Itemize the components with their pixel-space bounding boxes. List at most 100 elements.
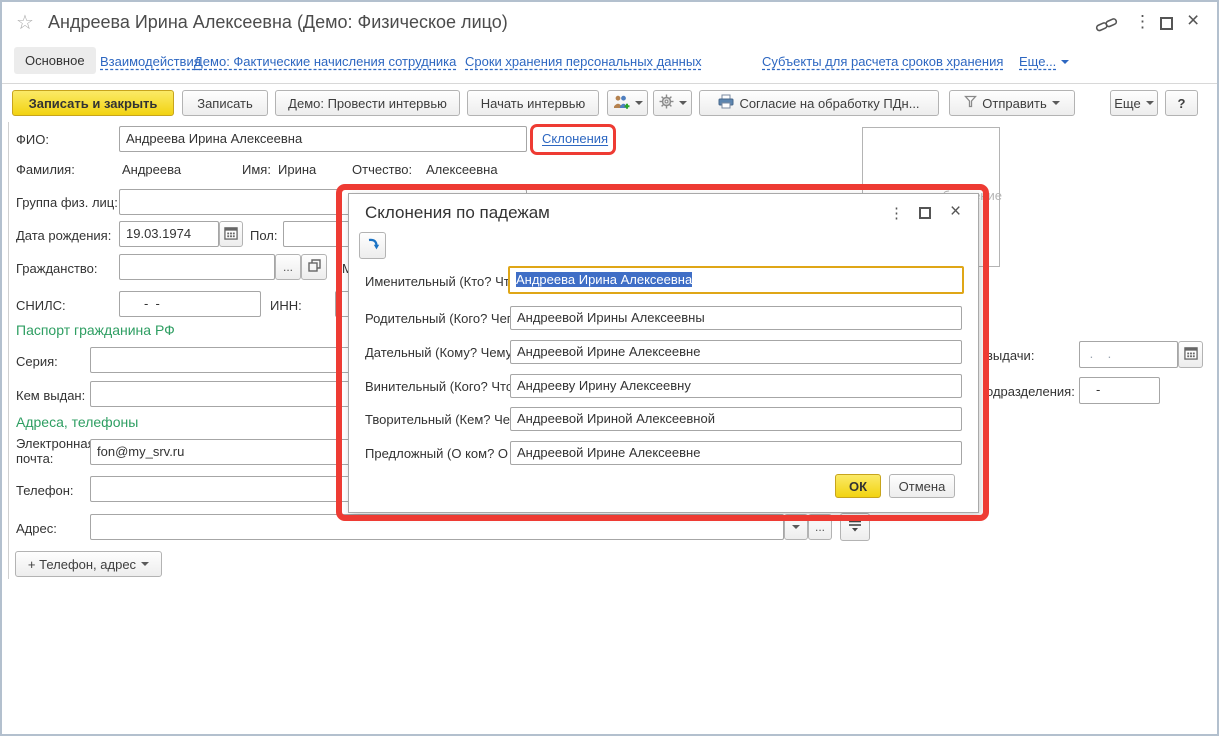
- declensions-link[interactable]: Склонения: [542, 131, 608, 146]
- tab-more[interactable]: Еще...: [1019, 54, 1069, 69]
- demo-interview-button[interactable]: Демо: Провести интервью: [275, 90, 460, 116]
- save-button[interactable]: Записать: [182, 90, 268, 116]
- gender-label: Пол:: [250, 228, 278, 243]
- prepositional-input[interactable]: Андреевой Ирине Алексеевне: [510, 441, 962, 465]
- citizenship-choose-button[interactable]: ...: [275, 254, 301, 280]
- add-phone-address-button[interactable]: + Телефон, адрес: [15, 551, 162, 577]
- ok-button[interactable]: ОК: [835, 474, 881, 498]
- dative-label: Дательный (Кому? Чему?):: [365, 345, 527, 360]
- gear-icon: [659, 94, 674, 112]
- dialog-maximize-icon[interactable]: [919, 207, 931, 219]
- firstname-label: Имя:: [242, 162, 271, 177]
- chevron-down-icon: [1052, 101, 1060, 105]
- panel-edge: [8, 122, 9, 579]
- phone-label: Телефон:: [16, 483, 74, 498]
- fio-label: ФИО:: [16, 132, 49, 147]
- calendar-icon: [224, 226, 238, 243]
- consent-print-button[interactable]: Согласие на обработку ПДн...: [699, 90, 939, 116]
- tab-more-label: Еще...: [1019, 54, 1056, 69]
- refresh-arrow-icon: [365, 236, 381, 255]
- chevron-down-icon: [141, 562, 149, 566]
- add-phone-address-label: + Телефон, адрес: [28, 557, 136, 572]
- instrumental-label: Творительный (Кем? Чем?):: [365, 412, 534, 427]
- address-dropdown-button[interactable]: [784, 514, 808, 540]
- tab-interactions[interactable]: Взаимодействия: [100, 54, 201, 69]
- refill-declensions-button[interactable]: [359, 232, 386, 259]
- issue-date-calendar-button[interactable]: [1178, 341, 1203, 368]
- birthdate-input[interactable]: 19.03.1974: [119, 221, 219, 247]
- help-button[interactable]: ?: [1165, 90, 1198, 116]
- dialog-title: Склонения по падежам: [365, 203, 550, 223]
- birthdate-calendar-button[interactable]: [219, 221, 243, 247]
- series-label: Серия:: [16, 354, 58, 369]
- citizenship-label: Гражданство:: [16, 261, 98, 276]
- start-interview-button[interactable]: Начать интервью: [467, 90, 599, 116]
- send-label: Отправить: [982, 96, 1046, 111]
- dept-code-input[interactable]: -: [1079, 377, 1160, 404]
- page-title: Андреева Ирина Алексеевна (Демо: Физичес…: [48, 12, 508, 33]
- funnel-icon: [964, 95, 977, 111]
- address-choose-button[interactable]: ...: [808, 514, 832, 540]
- window-menu-icon[interactable]: ⋮: [1134, 12, 1151, 32]
- declensions-dialog: Склонения по падежам ⋮ × Именительный (К…: [348, 193, 979, 513]
- address-label: Адрес:: [16, 521, 57, 536]
- address-comment-button[interactable]: [840, 513, 870, 541]
- app-window: ☆ Андреева Ирина Алексеевна (Демо: Физич…: [0, 0, 1219, 736]
- tab-main[interactable]: Основное: [14, 47, 96, 74]
- lines-dropdown-icon: [847, 519, 863, 536]
- calendar-icon: [1184, 346, 1198, 363]
- open-form-icon: [308, 259, 321, 275]
- instrumental-input[interactable]: Андреевой Ириной Алексеевной: [510, 407, 962, 431]
- more-button[interactable]: Еще: [1110, 90, 1158, 116]
- nominative-label: Именительный (Кто? Что?):: [365, 274, 532, 289]
- chevron-down-icon: [679, 101, 687, 105]
- surname-value: Андреева: [122, 162, 181, 177]
- snils-input[interactable]: - -: [119, 291, 261, 317]
- issue-date-label: выдачи:: [986, 348, 1034, 363]
- cancel-button[interactable]: Отмена: [889, 474, 955, 498]
- nominative-input[interactable]: Андреева Ирина Алексеевна: [508, 266, 964, 294]
- dialog-close-icon[interactable]: ×: [950, 201, 961, 223]
- genitive-label: Родительный (Кого? Чего?):: [365, 311, 534, 326]
- issue-date-input[interactable]: . .: [1079, 341, 1178, 368]
- tab-demo-accruals[interactable]: Демо: Фактические начисления сотрудника: [194, 54, 456, 69]
- citizenship-input[interactable]: [119, 254, 275, 280]
- surname-label: Фамилия:: [16, 162, 75, 177]
- chevron-down-icon: [635, 101, 643, 105]
- templates-button[interactable]: [653, 90, 692, 116]
- address-input[interactable]: [90, 514, 784, 540]
- close-icon[interactable]: ×: [1187, 9, 1199, 33]
- dative-input[interactable]: Андреевой Ирине Алексеевне: [510, 340, 962, 364]
- printer-icon: [718, 94, 734, 112]
- citizenship-open-button[interactable]: [301, 254, 327, 280]
- accusative-input[interactable]: Андрееву Ирину Алексеевну: [510, 374, 962, 398]
- people-add-icon: [613, 94, 630, 113]
- snils-label: СНИЛС:: [16, 298, 66, 313]
- chevron-down-icon: [792, 525, 800, 529]
- group-label: Группа физ. лиц:: [16, 195, 118, 210]
- patronymic-value: Алексеевна: [426, 162, 498, 177]
- consent-label: Согласие на обработку ПДн...: [739, 96, 919, 111]
- genitive-input[interactable]: Андреевой Ирины Алексеевны: [510, 306, 962, 330]
- email-label: Электронная почта:: [16, 436, 88, 466]
- send-button[interactable]: Отправить: [949, 90, 1075, 116]
- create-based-on-button[interactable]: [607, 90, 648, 116]
- maximize-icon[interactable]: [1160, 17, 1173, 30]
- addresses-section-title: Адреса, телефоны: [16, 414, 138, 430]
- save-and-close-button[interactable]: Записать и закрыть: [12, 90, 174, 116]
- chevron-down-icon: [1061, 60, 1069, 64]
- patronymic-label: Отчество:: [352, 162, 412, 177]
- dept-code-label: одразделения:: [986, 384, 1075, 399]
- fio-input[interactable]: Андреева Ирина Алексеевна: [119, 126, 527, 152]
- inn-label: ИНН:: [270, 298, 302, 313]
- selected-text: Андреева Ирина Алексеевна: [516, 272, 692, 287]
- accusative-label: Винительный (Кого? Что?):: [365, 379, 528, 394]
- more-label: Еще: [1114, 96, 1140, 111]
- birthdate-label: Дата рождения:: [16, 228, 111, 243]
- tab-storage-subjects[interactable]: Субъекты для расчета сроков хранения: [762, 54, 1003, 69]
- get-link-icon[interactable]: [1095, 15, 1119, 38]
- tab-storage-terms[interactable]: Сроки хранения персональных данных: [465, 54, 702, 69]
- favorite-star-icon[interactable]: ☆: [16, 10, 34, 35]
- dialog-menu-icon[interactable]: ⋮: [889, 204, 904, 222]
- passport-section-title: Паспорт гражданина РФ: [16, 322, 175, 338]
